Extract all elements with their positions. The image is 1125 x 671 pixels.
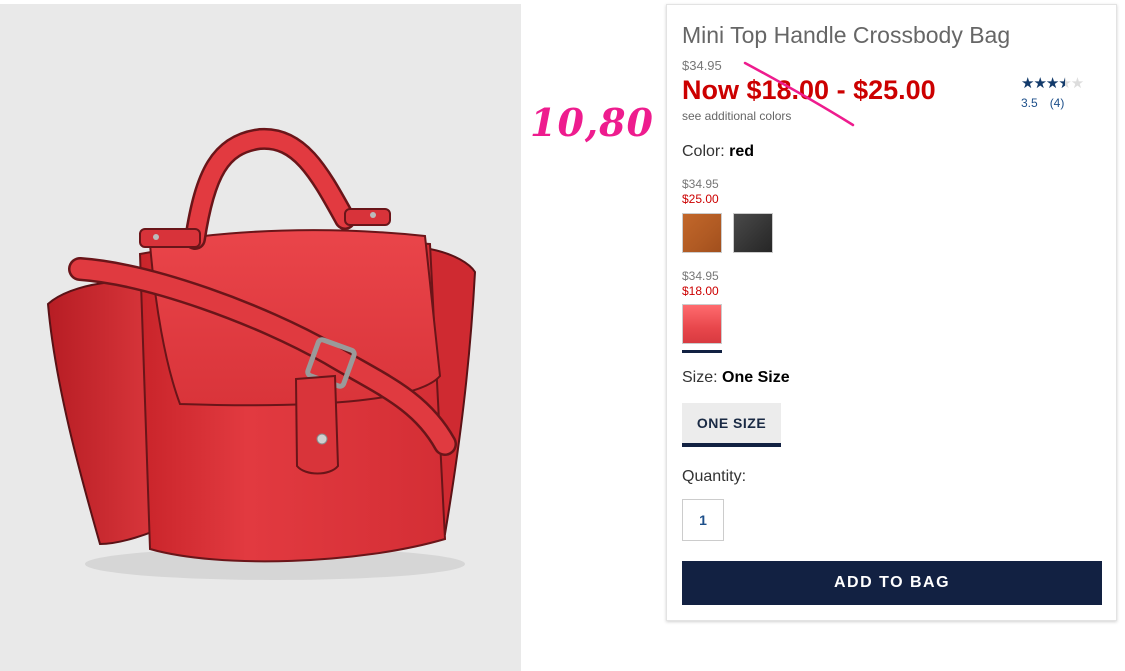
selected-size: One Size [722, 369, 790, 386]
color-swatch-black[interactable] [733, 213, 773, 253]
product-details-card: Mini Top Handle Crossbody Bag $34.95 Now… [666, 4, 1117, 621]
handwritten-price-note: 10,80 [530, 100, 654, 145]
product-title: Mini Top Handle Crossbody Bag [682, 22, 1011, 48]
price-group: $34.95 $18.00 [682, 269, 719, 299]
original-price: $34.95 [682, 58, 722, 73]
product-rating[interactable]: ★★★★★★★★★★ 3.5 (4) [1021, 74, 1084, 111]
rating-summary: 3.5 (4) [1021, 96, 1083, 110]
price-group-original: $34.95 [682, 269, 719, 283]
selected-swatch-indicator [682, 350, 722, 353]
price-group: $34.95 $25.00 [682, 177, 719, 207]
color-swatch-red[interactable] [682, 304, 722, 344]
quantity-input[interactable] [682, 499, 724, 541]
size-option-one-size[interactable]: ONE SIZE [682, 403, 781, 447]
selected-color: red [729, 143, 755, 160]
review-count: (4) [1049, 96, 1065, 110]
size-label: Size: One Size [682, 369, 790, 386]
add-to-bag-button[interactable]: ADD TO BAG [682, 561, 1102, 605]
price-group-sale: $25.00 [682, 192, 719, 206]
price-group-sale: $18.00 [682, 284, 719, 298]
color-swatch-cognac[interactable] [682, 213, 722, 253]
rating-value: 3.5 [1021, 96, 1038, 110]
product-image[interactable] [0, 4, 521, 671]
color-label: Color: red [682, 143, 755, 160]
strike-through-mark [743, 61, 855, 127]
quantity-label: Quantity: [682, 468, 747, 485]
price-group-original: $34.95 [682, 177, 719, 191]
star-rating-icon: ★★★★★★★★★★ [1021, 74, 1084, 92]
red-bag-illustration [46, 127, 477, 580]
